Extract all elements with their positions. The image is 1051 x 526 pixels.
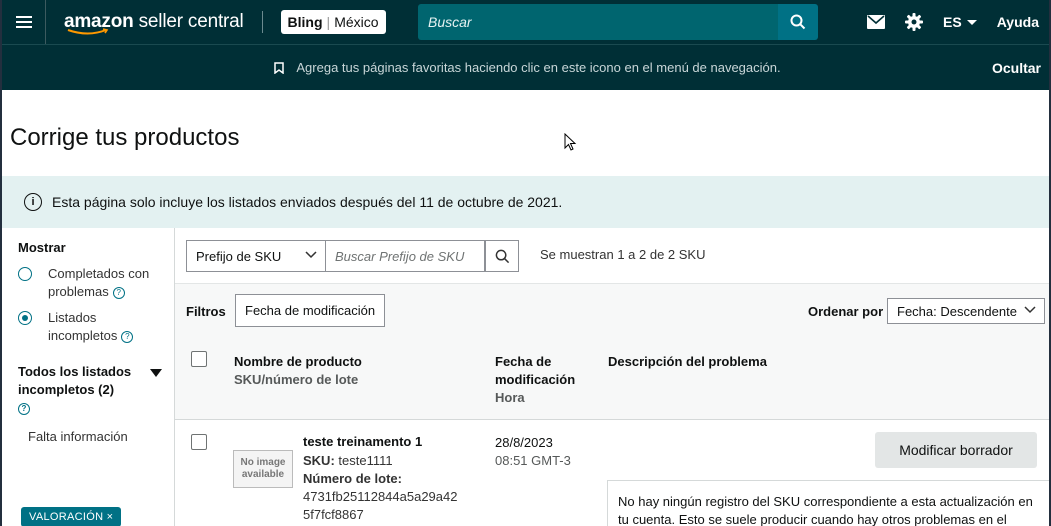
radio-button[interactable] xyxy=(18,267,32,281)
lot-label-text: Número de lote: xyxy=(303,471,402,486)
sku-type-value: Prefijo de SKU xyxy=(196,248,282,264)
hide-favorites-button[interactable]: Ocultar xyxy=(992,60,1041,76)
radio-completed-with-problems[interactable]: Completados con problemas? xyxy=(18,265,174,301)
favorites-bar: Agrega tus páginas favoritas haciendo cl… xyxy=(2,44,1049,90)
main-panel: Prefijo de SKU Buscar Prefijo de SKU Se … xyxy=(174,228,1049,526)
mouse-cursor-icon xyxy=(564,133,577,151)
all-incomplete-label: Todos los listados incompletos (2) xyxy=(18,364,132,397)
product-column-header[interactable]: Nombre de producto SKU/número de lote xyxy=(234,353,362,389)
menu-icon[interactable] xyxy=(2,0,46,44)
help-link[interactable]: Ayuda xyxy=(997,14,1039,30)
help-icon[interactable]: ? xyxy=(112,286,125,299)
sidebar-header: Mostrar xyxy=(18,240,66,255)
chevron-down-icon xyxy=(1024,306,1036,314)
lot-value-2: 5f7fcf8867 xyxy=(303,507,364,522)
radio-label: Completados con problemas xyxy=(48,266,150,299)
modified-date: 28/8/2023 xyxy=(495,435,553,450)
nav-divider xyxy=(261,11,263,33)
global-search: Buscar xyxy=(418,4,818,40)
product-image-placeholder: No image available xyxy=(233,450,293,488)
table-row: No image available teste treinamento 1 S… xyxy=(175,420,1049,526)
search-icon xyxy=(495,249,509,263)
problem-description: No hay ningún registro del SKU correspon… xyxy=(607,480,1049,526)
edit-draft-button[interactable]: Modificar borrador xyxy=(875,432,1037,468)
date-column-header[interactable]: Fecha de modificación Hora xyxy=(495,353,585,407)
modified-time: 08:51 GMT-3 xyxy=(495,453,571,468)
mail-icon[interactable] xyxy=(867,15,886,29)
info-icon: i xyxy=(24,193,42,211)
settings-gear-icon[interactable] xyxy=(905,13,924,31)
sort-filter-bar: Filtros Fecha de modificación Ordenar po… xyxy=(175,284,1049,340)
search-button[interactable] xyxy=(778,4,818,40)
row-checkbox[interactable] xyxy=(191,434,207,450)
sku-search-input[interactable]: Buscar Prefijo de SKU xyxy=(326,240,485,272)
top-navigation: amazon seller central Bling | México Busca… xyxy=(2,0,1049,44)
radio-label: Listados incompletos xyxy=(48,310,118,343)
rating-filter-pill[interactable]: VALORACIÓN × xyxy=(21,507,122,526)
page-title: Corrige tus productos xyxy=(10,124,240,151)
app-frame: amazon seller central Bling | México Busca… xyxy=(0,0,1051,526)
language-selector[interactable]: ES xyxy=(943,14,977,30)
lot-label: Número de lote: xyxy=(303,470,402,488)
sort-value: Fecha: Descendente xyxy=(897,303,1017,319)
sku-value: teste1111 xyxy=(338,453,393,468)
all-incomplete-toggle[interactable]: Todos los listados incompletos (2)? xyxy=(18,363,174,417)
sku-filter-bar: Prefijo de SKU Buscar Prefijo de SKU Se … xyxy=(175,228,1049,284)
missing-info-filter[interactable]: Falta información xyxy=(28,429,174,444)
product-header-sub: SKU/número de lote xyxy=(234,372,359,387)
product-header-label: Nombre de producto xyxy=(234,354,362,369)
radio-incomplete-listings[interactable]: Listados incompletos? xyxy=(18,309,174,345)
chevron-down-icon xyxy=(966,19,977,25)
help-icon[interactable]: ? xyxy=(18,402,30,415)
sort-select[interactable]: Fecha: Descendente xyxy=(887,298,1045,324)
chevron-down-icon xyxy=(305,251,317,259)
amazon-smile-icon xyxy=(67,28,109,35)
sku-type-select[interactable]: Prefijo de SKU xyxy=(186,240,326,272)
filters-label: Filtros xyxy=(186,304,226,319)
modified-date-cell: 28/8/2023 08:51 GMT-3 xyxy=(495,434,571,470)
date-header-sub: Hora xyxy=(495,390,525,405)
sku-search-button[interactable] xyxy=(485,240,519,272)
problem-header-label: Descripción del problema xyxy=(608,354,767,369)
modified-date-filter[interactable]: Fecha de modificación xyxy=(235,294,386,327)
lot-value-1: 4731fb25112844a5a29a42 xyxy=(303,489,458,504)
language-code: ES xyxy=(943,14,962,30)
info-banner: i Esta página solo incluye los listados … xyxy=(2,176,1049,228)
favorites-message: Agrega tus páginas favoritas haciendo cl… xyxy=(296,60,781,75)
store-name: Bling xyxy=(287,14,323,30)
seller-central-logo[interactable]: amazon seller central xyxy=(64,0,244,44)
date-header-label: Fecha de modificación xyxy=(495,354,576,387)
info-message: Esta página solo incluye los listados en… xyxy=(52,194,563,210)
sku-line: SKU: teste1111 xyxy=(303,452,393,470)
search-input[interactable]: Buscar xyxy=(418,4,778,40)
bookmark-icon xyxy=(274,61,285,74)
radio-button-selected[interactable] xyxy=(18,311,32,325)
filter-sidebar: Mostrar Completados con problemas? Lista… xyxy=(2,228,174,526)
help-icon[interactable]: ? xyxy=(121,330,134,343)
sku-label: SKU: xyxy=(303,453,335,468)
product-name[interactable]: teste treinamento 1 xyxy=(303,434,422,449)
sort-label: Ordenar por xyxy=(808,304,884,319)
select-all-checkbox[interactable] xyxy=(191,351,207,367)
table-header: Nombre de producto SKU/número de lote Fe… xyxy=(175,340,1049,420)
store-selector[interactable]: Bling | México xyxy=(280,10,386,34)
results-count: Se muestran 1 a 2 de 2 SKU xyxy=(540,247,706,262)
problem-column-header: Descripción del problema xyxy=(608,353,767,371)
logo-suffix: seller central xyxy=(133,11,244,32)
store-region: México xyxy=(334,14,379,30)
search-icon xyxy=(790,14,806,30)
collapse-triangle-icon[interactable] xyxy=(150,369,162,377)
top-right-actions: ES Ayuda xyxy=(847,0,1039,44)
